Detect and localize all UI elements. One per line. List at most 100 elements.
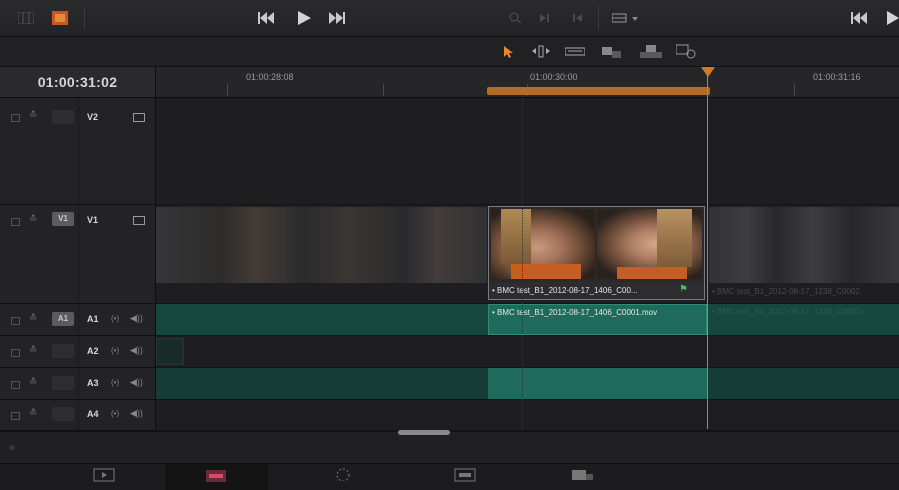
skip-forward-icon[interactable] — [329, 11, 345, 25]
speaker-icon[interactable]: ◀)) — [130, 345, 143, 356]
header-divider — [78, 98, 79, 430]
lock-icon[interactable] — [11, 381, 20, 389]
clip-thumbnail — [491, 209, 595, 279]
play-icon-2[interactable] — [886, 10, 899, 26]
ruler-label: 01:00:28:08 — [246, 72, 294, 82]
ruler-label: 01:00:31:16 — [813, 72, 861, 82]
solo-icon[interactable]: (•) — [111, 314, 119, 323]
solo-icon[interactable]: (•) — [111, 378, 119, 387]
speaker-icon[interactable]: ◀)) — [130, 377, 143, 388]
timeline-ruler[interactable]: 01:00:28:08 01:00:30:00 01:00:31:16 — [156, 67, 899, 98]
deliver-page-icon[interactable] — [571, 468, 593, 482]
source-patch[interactable] — [52, 376, 74, 390]
track-lane-a4[interactable] — [156, 400, 899, 431]
speaker-icon[interactable]: ◀)) — [130, 313, 143, 324]
collapse-icon[interactable]: « — [9, 442, 15, 454]
track-name: V2 — [87, 112, 99, 122]
track-name: A1 — [87, 314, 99, 324]
timecode-display[interactable]: 01:00:31:02 — [0, 67, 156, 98]
audio-clip-selected[interactable]: • BMC test_B1_2012-08-17_1406_C0001.mov — [488, 304, 707, 335]
track-lane-v2[interactable] — [156, 98, 899, 205]
video-clip-previous[interactable] — [156, 207, 487, 283]
source-patch[interactable] — [52, 407, 74, 421]
clip-name: • BMC test_B1_2012-08-17_1406_C0001.mov — [492, 308, 658, 317]
mark-out-icon[interactable] — [540, 13, 550, 23]
lock-icon[interactable] — [11, 218, 20, 226]
ruler-tick — [383, 84, 384, 96]
lock-icon[interactable] — [11, 412, 20, 420]
edit-tools-bar — [0, 37, 899, 67]
replace-icon[interactable] — [676, 44, 698, 59]
selection-tool-icon[interactable] — [503, 45, 513, 59]
video-clip-next[interactable] — [709, 207, 899, 283]
play-icon[interactable] — [297, 10, 311, 26]
thumbnail-shirt — [617, 267, 687, 279]
source-patch[interactable]: V1 — [52, 212, 74, 226]
zoom-icon[interactable] — [509, 12, 522, 24]
timeline-footer: « — [0, 430, 899, 464]
solo-icon[interactable]: (•) — [111, 346, 119, 355]
track-lane-a1[interactable]: • BMC test_B1_2012-08-17_1406_C0001.mov … — [156, 304, 899, 336]
track-lane-a2[interactable] — [156, 336, 899, 368]
ruler-label: 01:00:30:00 — [530, 72, 578, 82]
viewer-mode-dropdown[interactable] — [612, 12, 640, 24]
clip-name: • BMC test_B1_2012-08-17_1238_C0002.r — [712, 307, 865, 316]
track-monitor-icon[interactable] — [133, 216, 145, 225]
fairlight-page-icon[interactable] — [454, 468, 476, 482]
source-patch[interactable]: A1 — [52, 312, 74, 326]
clip-name: • BMC test_B1_2012-08-17_1406_C00... — [492, 286, 638, 295]
clip-thumbnail — [597, 209, 702, 279]
trim-tool-icon[interactable] — [532, 45, 550, 58]
grid-view-icon[interactable] — [18, 12, 34, 24]
clip-name: • BMC test_B1_2012-08-17_1238_C0002. — [712, 287, 863, 296]
sync-icon[interactable]: ≛ — [29, 214, 37, 225]
ruler-tick — [227, 84, 228, 96]
thumbnail-hair — [501, 209, 531, 264]
lock-icon[interactable] — [11, 317, 20, 325]
transport-bar — [0, 0, 899, 37]
track-lane-v1[interactable]: • BMC test_B1_2012-08-17_1406_C00... ⚑ •… — [156, 205, 899, 304]
track-lane-a3[interactable] — [156, 368, 899, 400]
ruler-tick — [794, 84, 795, 96]
edit-point-guide — [522, 98, 523, 430]
source-patch[interactable] — [52, 110, 74, 124]
filmstrip-icon[interactable] — [52, 11, 68, 25]
clip-label-bar: • BMC test_B1_2012-08-17_1238_C0002. — [709, 283, 899, 299]
skip-back-icon[interactable] — [258, 11, 274, 25]
track-name: A2 — [87, 346, 99, 356]
track-name: V1 — [87, 215, 99, 225]
sync-icon[interactable]: ≛ — [29, 345, 37, 356]
skip-back-icon-2[interactable] — [851, 11, 869, 25]
media-page-icon[interactable] — [93, 468, 115, 482]
edit-page-icon — [206, 470, 226, 482]
in-out-range[interactable] — [487, 87, 710, 95]
track-name: A4 — [87, 409, 99, 419]
sync-icon[interactable]: ≛ — [29, 408, 37, 419]
track-monitor-icon[interactable] — [133, 113, 145, 122]
sync-icon[interactable]: ≛ — [29, 377, 37, 388]
timecode-value: 01:00:31:02 — [37, 74, 118, 90]
color-page-icon[interactable] — [335, 467, 357, 481]
edit-page-tab-active[interactable] — [165, 464, 268, 490]
playhead[interactable] — [707, 67, 708, 429]
video-clip-selected[interactable]: • BMC test_B1_2012-08-17_1406_C00... ⚑ — [488, 206, 705, 300]
flag-icon[interactable]: ⚑ — [679, 284, 688, 295]
source-patch[interactable] — [52, 344, 74, 358]
audio-clip[interactable] — [156, 338, 184, 365]
mark-in-icon[interactable] — [572, 13, 582, 23]
page-navigation — [0, 463, 899, 490]
playhead-handle[interactable] — [701, 67, 715, 77]
lock-icon[interactable] — [11, 349, 20, 357]
audio-clip-selected[interactable] — [488, 368, 707, 399]
lock-icon[interactable] — [11, 114, 20, 122]
thumbnail-hair — [657, 209, 692, 267]
overwrite-icon[interactable] — [640, 45, 662, 59]
blade-tool-icon[interactable] — [565, 46, 585, 57]
solo-icon[interactable]: (•) — [111, 409, 119, 418]
speaker-icon[interactable]: ◀)) — [130, 408, 143, 419]
insert-icon[interactable] — [602, 45, 622, 59]
sync-icon[interactable]: ≛ — [29, 110, 37, 121]
track-name: A3 — [87, 378, 99, 388]
horizontal-scrollbar[interactable] — [398, 430, 450, 435]
sync-icon[interactable]: ≛ — [29, 313, 37, 324]
